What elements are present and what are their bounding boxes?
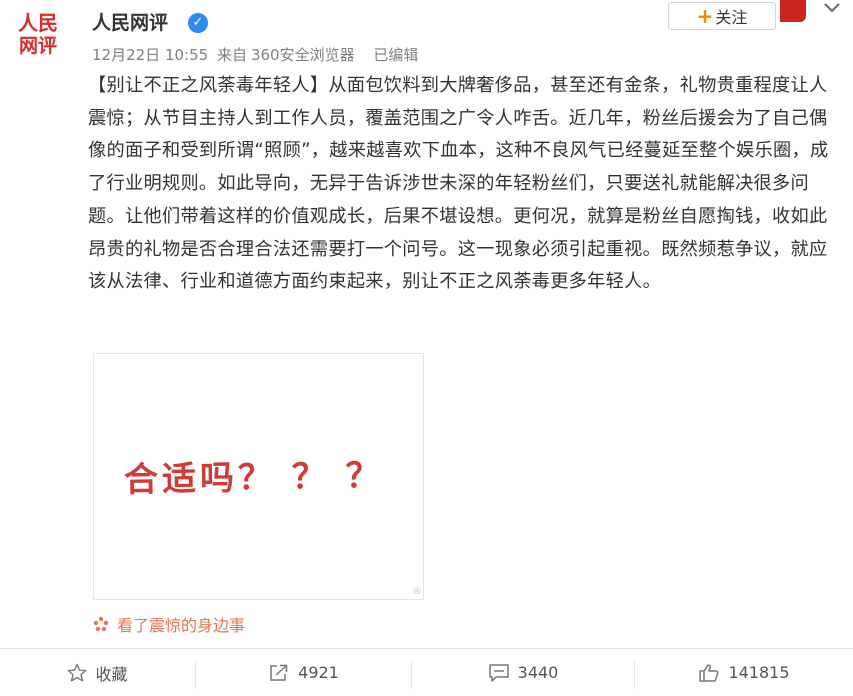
star-icon — [68, 663, 87, 681]
favorite-button[interactable]: 收藏 — [0, 649, 195, 696]
avatar-text-line1: 人民 — [18, 11, 58, 35]
repost-button[interactable]: 4921 — [196, 649, 411, 696]
source-prefix: 来自 — [216, 46, 247, 64]
repost-icon — [270, 664, 288, 681]
post-meta: 12月22日 10:55 来自 360安全浏览器 已编辑 — [92, 44, 422, 65]
decoration-badge — [780, 0, 806, 22]
follow-button[interactable]: + 关注 — [668, 2, 776, 30]
favorite-label: 收藏 — [95, 664, 128, 684]
comment-button[interactable]: 3440 — [412, 649, 634, 696]
post-date-link[interactable]: 12月22日 10:55 — [92, 46, 208, 64]
like-button[interactable]: 141815 — [635, 649, 853, 696]
post-image[interactable]: 合适吗？ ？ ？ ◎ — [93, 353, 424, 600]
edited-label[interactable]: 已编辑 — [373, 46, 418, 64]
avatar-text-line2: 网评 — [18, 35, 57, 57]
source-link[interactable]: 360安全浏览器 — [251, 46, 355, 64]
image-caption-text: 合适吗？ ？ ？ — [123, 455, 385, 501]
post-text: 【别让不正之风荼毒年轻人】从面包饮料到大牌奢侈品，甚至还有金条，礼物贵重程度让人… — [88, 75, 829, 293]
action-bar: 收藏 4921 3440 141815 — [0, 649, 853, 696]
thumbs-up-icon — [699, 663, 719, 682]
verified-badge-icon: ✓ — [188, 13, 208, 33]
comment-count: 3440 — [517, 663, 559, 682]
plus-icon: + — [696, 4, 714, 28]
flower-icon — [93, 616, 109, 632]
comment-icon — [488, 663, 509, 682]
follow-label: 关注 — [715, 8, 748, 27]
repost-count: 4921 — [298, 663, 339, 682]
username-link[interactable]: 人民网评 — [92, 8, 168, 35]
like-count: 141815 — [728, 663, 790, 682]
avatar[interactable]: 人民 网评 — [14, 12, 62, 60]
chevron-down-icon[interactable] — [822, 0, 842, 20]
watermark: ◎ — [413, 586, 421, 596]
topic-source-label: 看了震惊的身边事 — [117, 616, 246, 635]
topic-source-link[interactable]: 看了震惊的身边事 — [93, 612, 245, 636]
